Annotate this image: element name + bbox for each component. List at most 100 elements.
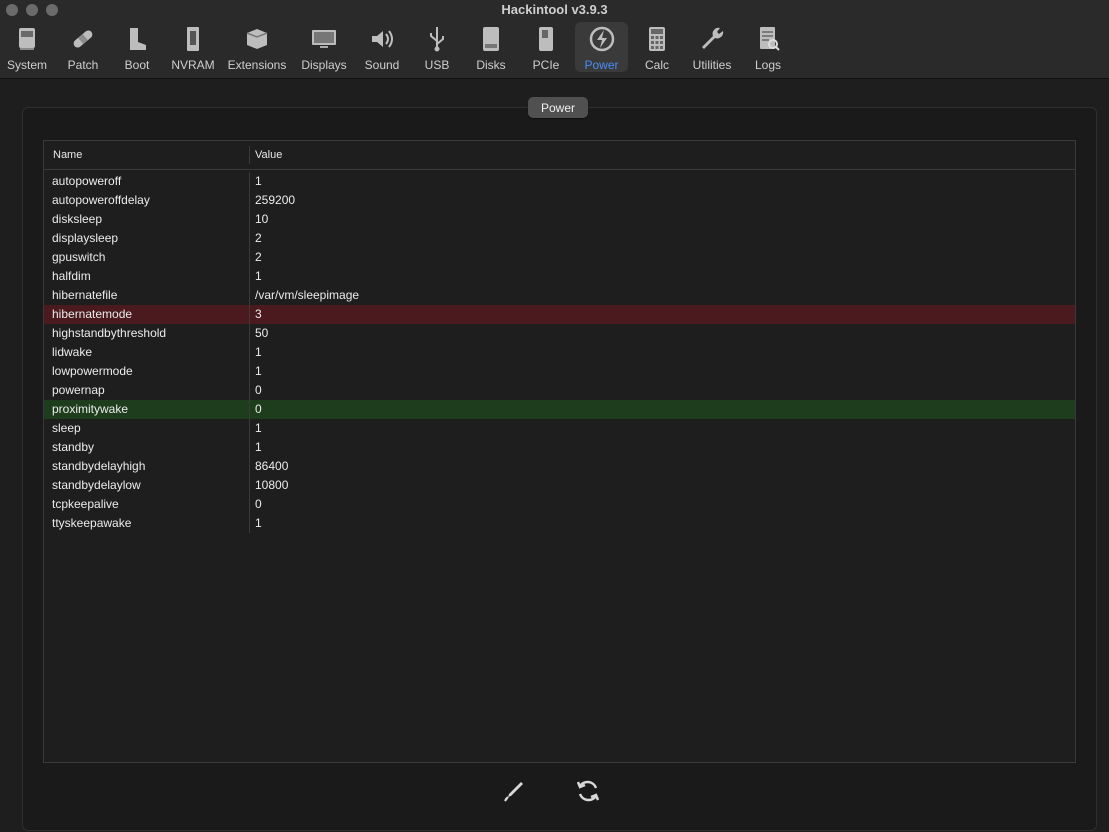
- panel-tab-label: Power: [528, 97, 588, 118]
- table-row[interactable]: hibernatefile/var/vm/sleepimage: [44, 286, 1075, 305]
- patch-icon: [68, 24, 98, 54]
- table-row[interactable]: standbydelaylow 10800: [44, 476, 1075, 495]
- row-name: tcpkeepalive: [44, 495, 250, 514]
- refresh-button[interactable]: [575, 780, 601, 806]
- utilities-icon: [697, 24, 727, 54]
- table-row[interactable]: autopoweroff 1: [44, 172, 1075, 191]
- row-value: 2: [255, 231, 262, 245]
- toolbar-disks[interactable]: Disks: [472, 22, 510, 72]
- row-value: 1: [255, 421, 262, 435]
- row-value: 1: [255, 174, 262, 188]
- toolbar-label: Logs: [754, 58, 782, 72]
- nvram-icon: [178, 24, 208, 54]
- row-name: proximitywake: [44, 400, 250, 419]
- row-value: 0: [255, 402, 262, 416]
- toolbar-displays[interactable]: Displays: [299, 22, 349, 72]
- row-name: autopoweroffdelay: [44, 191, 250, 210]
- table-row-highlighted-green[interactable]: proximitywake 0: [44, 400, 1075, 419]
- power-settings-table[interactable]: Name Value autopoweroff 1 autopoweroffdel…: [43, 140, 1076, 763]
- row-value: 3: [255, 307, 262, 321]
- toolbar: System Patch Boot NVRAM Extensions Displ…: [0, 22, 800, 76]
- toolbar-power[interactable]: Power: [575, 22, 628, 72]
- row-value: 10: [255, 212, 269, 226]
- table-row[interactable]: standby 1: [44, 438, 1075, 457]
- row-name: standby: [44, 438, 250, 457]
- row-name: powernap: [44, 381, 250, 400]
- toolbar-label: Patch: [67, 58, 99, 72]
- table-row[interactable]: standbydelayhigh 86400: [44, 457, 1075, 476]
- table-row[interactable]: lowpowermode 1: [44, 362, 1075, 381]
- table-row-highlighted-red[interactable]: hibernatemode 3: [44, 305, 1075, 324]
- row-value: 259200: [255, 193, 296, 207]
- toolbar-label: Extensions: [227, 58, 287, 72]
- table-row[interactable]: disksleep 10: [44, 210, 1075, 229]
- system-icon: [12, 24, 42, 54]
- power-icon: [587, 24, 617, 54]
- toolbar-label: Calc: [644, 58, 669, 72]
- table-row[interactable]: autopoweroffdelay 259200: [44, 191, 1075, 210]
- toolbar-label: Disks: [476, 58, 506, 72]
- toolbar-nvram[interactable]: NVRAM: [170, 22, 216, 72]
- table-row[interactable]: lidwake 1: [44, 343, 1075, 362]
- refresh-icon: [575, 778, 601, 809]
- table-row[interactable]: powernap 0: [44, 381, 1075, 400]
- table-row[interactable]: gpuswitch 2: [44, 248, 1075, 267]
- boot-icon: [122, 24, 152, 54]
- table-row[interactable]: displaysleep 2: [44, 229, 1075, 248]
- pcie-icon: [531, 24, 561, 54]
- toolbar-label: Power: [584, 58, 619, 72]
- window-title: Hackintool v3.9.3: [501, 2, 608, 17]
- toolbar-calc[interactable]: Calc: [640, 22, 674, 72]
- sound-icon: [367, 24, 397, 54]
- row-value: 1: [255, 269, 262, 283]
- row-name: halfdim: [44, 267, 250, 286]
- toolbar-label: Utilities: [692, 58, 732, 72]
- column-header-value[interactable]: Value: [250, 149, 282, 161]
- table-header: Name Value: [44, 141, 1075, 170]
- toolbar-boot[interactable]: Boot: [117, 22, 157, 72]
- title-bar: Hackintool v3.9.3 System Patch Boot NVRA…: [0, 0, 1109, 79]
- row-value: 2: [255, 250, 262, 264]
- displays-icon: [309, 24, 339, 54]
- row-name: hibernatefile: [44, 286, 250, 305]
- row-value: 0: [255, 497, 262, 511]
- table-row[interactable]: sleep 1: [44, 419, 1075, 438]
- edit-button[interactable]: [501, 780, 527, 806]
- toolbar-logs[interactable]: Logs: [751, 22, 785, 72]
- toolbar-sound[interactable]: Sound: [362, 22, 402, 72]
- row-name: disksleep: [44, 210, 250, 229]
- row-value: 1: [255, 364, 262, 378]
- toolbar-label: USB: [424, 58, 450, 72]
- toolbar-label: PCIe: [532, 58, 560, 72]
- row-name: gpuswitch: [44, 248, 250, 267]
- table-row[interactable]: halfdim 1: [44, 267, 1075, 286]
- row-name: standbydelayhigh: [44, 457, 250, 476]
- usb-icon: [422, 24, 452, 54]
- row-name: lowpowermode: [44, 362, 250, 381]
- row-value: 10800: [255, 478, 289, 492]
- row-name: displaysleep: [44, 229, 250, 248]
- toolbar-pcie[interactable]: PCIe: [528, 22, 564, 72]
- row-value: 1: [255, 440, 262, 454]
- table-row[interactable]: highstandbythreshold 50: [44, 324, 1075, 343]
- extensions-icon: [242, 24, 272, 54]
- logs-icon: [753, 24, 783, 54]
- disks-icon: [476, 24, 506, 54]
- row-name: lidwake: [44, 343, 250, 362]
- row-name: hibernatemode: [44, 305, 250, 324]
- toolbar-usb[interactable]: USB: [420, 22, 454, 72]
- row-name: autopoweroff: [44, 172, 250, 191]
- table-body: autopoweroff 1 autopoweroffdelay 259200 di…: [44, 170, 1075, 533]
- toolbar-extensions[interactable]: Extensions: [228, 22, 286, 72]
- table-row[interactable]: ttyskeepawake 1: [44, 514, 1075, 533]
- row-value: 1: [255, 345, 262, 359]
- toolbar-utilities[interactable]: Utilities: [689, 22, 735, 72]
- toolbar-label: Boot: [124, 58, 150, 72]
- row-name: standbydelaylow: [44, 476, 250, 495]
- table-row[interactable]: tcpkeepalive 0: [44, 495, 1075, 514]
- toolbar-label: Sound: [364, 58, 400, 72]
- column-header-name[interactable]: Name: [44, 146, 250, 164]
- toolbar-system[interactable]: System: [4, 22, 50, 72]
- row-value: 50: [255, 326, 269, 340]
- toolbar-patch[interactable]: Patch: [62, 22, 104, 72]
